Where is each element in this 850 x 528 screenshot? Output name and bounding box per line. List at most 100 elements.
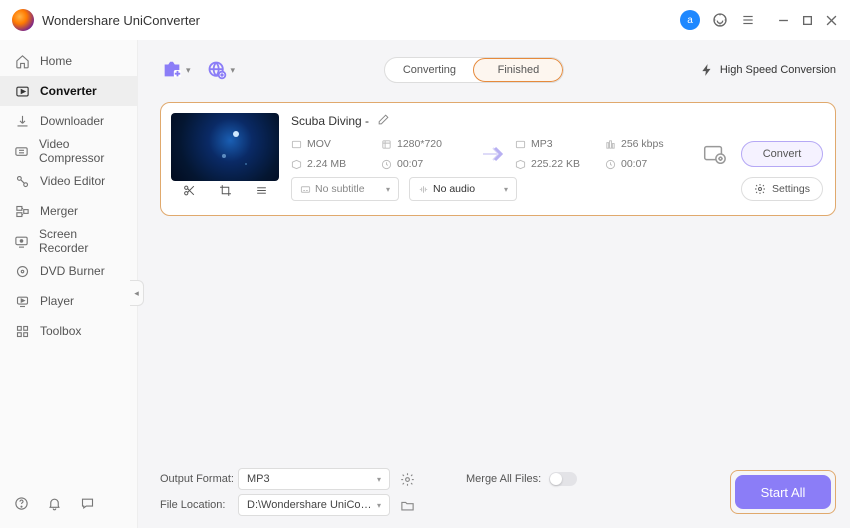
high-speed-label: High Speed Conversion — [720, 64, 836, 76]
file-location-value: D:\Wondershare UniConverter — [247, 499, 377, 511]
video-thumbnail[interactable] — [171, 113, 279, 181]
add-url-button[interactable] — [205, 58, 229, 82]
add-file-button[interactable] — [160, 58, 184, 82]
main-panel: ▾ ▾ Converting Finished High Speed Conve… — [138, 40, 850, 528]
dst-format: MP3 — [531, 138, 553, 150]
settings-button[interactable]: Settings — [741, 177, 823, 201]
recorder-icon — [14, 233, 29, 249]
sidebar-item-editor[interactable]: Video Editor — [0, 166, 137, 196]
crop-icon[interactable] — [219, 184, 232, 202]
audio-dropdown[interactable]: No audio ▾ — [409, 177, 517, 201]
hamburger-menu-icon[interactable] — [740, 12, 756, 28]
feedback-icon[interactable] — [80, 496, 95, 516]
subtitle-value: No subtitle — [315, 183, 365, 195]
titlebar: Wondershare UniConverter a — [0, 0, 850, 40]
dest-meta: MP3 256 kbps 225.22 KB 00:07 — [515, 135, 695, 173]
output-format-dropdown[interactable]: MP3 ▾ — [238, 468, 390, 490]
window-controls — [776, 13, 838, 27]
edit-filename-icon[interactable] — [377, 113, 390, 129]
sidebar-label: Converter — [40, 84, 97, 98]
thumbnail-tools — [171, 181, 279, 205]
help-icon[interactable] — [14, 496, 29, 516]
player-icon — [14, 293, 30, 309]
source-meta: MOV 1280*720 2.24 MB 00:07 — [291, 135, 471, 173]
dst-bitrate: 256 kbps — [621, 138, 664, 150]
src-size: 2.24 MB — [307, 158, 346, 170]
app-title: Wondershare UniConverter — [42, 13, 200, 28]
file-location-dropdown[interactable]: D:\Wondershare UniConverter ▾ — [238, 494, 390, 516]
dst-duration: 00:07 — [621, 158, 647, 170]
tab-converting-label: Converting — [403, 64, 456, 76]
converter-icon — [14, 83, 30, 99]
sidebar-label: Video Editor — [40, 174, 105, 188]
merge-toggle[interactable] — [549, 472, 577, 486]
sidebar-item-downloader[interactable]: Downloader — [0, 106, 137, 136]
settings-label: Settings — [772, 183, 810, 195]
merge-label: Merge All Files: — [466, 473, 541, 485]
sidebar-item-converter[interactable]: Converter — [0, 76, 137, 106]
sidebar: Home Converter Downloader Video Compress… — [0, 40, 138, 528]
footer: Output Format: MP3 ▾ Merge All Files: St… — [160, 466, 836, 518]
audio-icon — [418, 184, 429, 195]
toolbar: ▾ ▾ Converting Finished High Speed Conve… — [160, 50, 836, 90]
open-folder-icon[interactable] — [398, 496, 416, 514]
editor-icon — [14, 173, 30, 189]
convert-button-label: Convert — [763, 148, 802, 160]
high-speed-toggle[interactable]: High Speed Conversion — [700, 63, 836, 77]
minimize-button[interactable] — [776, 13, 790, 27]
tab-finished[interactable]: Finished — [473, 58, 563, 82]
start-all-label: Start All — [761, 485, 806, 500]
gear-icon — [754, 183, 766, 195]
sidebar-label: Downloader — [40, 114, 104, 128]
user-avatar[interactable]: a — [680, 10, 700, 30]
src-resolution: 1280*720 — [397, 138, 442, 150]
home-icon — [14, 53, 30, 69]
sidebar-item-merger[interactable]: Merger — [0, 196, 137, 226]
merger-icon — [14, 203, 30, 219]
add-file-dropdown-caret[interactable]: ▾ — [186, 65, 191, 76]
downloader-icon — [14, 113, 30, 129]
compressor-icon — [14, 143, 29, 159]
burner-icon — [14, 263, 30, 279]
sidebar-label: Screen Recorder — [39, 227, 123, 255]
start-all-button[interactable]: Start All — [735, 475, 831, 509]
sidebar-item-compressor[interactable]: Video Compressor — [0, 136, 137, 166]
add-url-dropdown-caret[interactable]: ▾ — [231, 65, 236, 76]
sidebar-item-home[interactable]: Home — [0, 46, 137, 76]
sidebar-item-burner[interactable]: DVD Burner — [0, 256, 137, 286]
output-format-settings-icon[interactable] — [398, 470, 416, 488]
close-button[interactable] — [824, 13, 838, 27]
chevron-down-icon: ▾ — [504, 185, 508, 194]
support-icon[interactable] — [712, 12, 728, 28]
sidebar-label: Video Compressor — [39, 137, 123, 165]
chevron-down-icon: ▾ — [377, 501, 381, 510]
convert-button[interactable]: Convert — [741, 141, 823, 167]
target-format-button[interactable] — [701, 141, 727, 167]
bell-icon[interactable] — [47, 496, 62, 516]
file-name: Scuba Diving - — [291, 114, 369, 128]
tab-converting[interactable]: Converting — [385, 58, 473, 82]
sidebar-label: Player — [40, 294, 74, 308]
maximize-button[interactable] — [800, 13, 814, 27]
titlebar-right: a — [680, 10, 838, 30]
toolbox-icon — [14, 323, 30, 339]
trim-icon[interactable] — [183, 184, 196, 202]
subtitle-dropdown[interactable]: No subtitle ▾ — [291, 177, 399, 201]
sidebar-item-toolbox[interactable]: Toolbox — [0, 316, 137, 346]
sidebar-label: Merger — [40, 204, 78, 218]
dst-size: 225.22 KB — [531, 158, 580, 170]
lightning-icon — [700, 63, 714, 77]
file-location-label: File Location: — [160, 499, 230, 511]
tab-segmented: Converting Finished — [384, 57, 564, 83]
src-format: MOV — [307, 138, 331, 150]
tab-finished-label: Finished — [498, 64, 540, 76]
audio-value: No audio — [433, 183, 475, 195]
sidebar-item-player[interactable]: Player — [0, 286, 137, 316]
titlebar-left: Wondershare UniConverter — [12, 9, 200, 31]
file-meta: MOV 1280*720 2.24 MB 00:07 MP3 256 kbps … — [291, 135, 823, 173]
sidebar-label: Home — [40, 54, 72, 68]
file-title-row: Scuba Diving - — [291, 113, 823, 129]
effects-icon[interactable] — [255, 184, 268, 202]
sidebar-item-recorder[interactable]: Screen Recorder — [0, 226, 137, 256]
app-logo — [12, 9, 34, 31]
